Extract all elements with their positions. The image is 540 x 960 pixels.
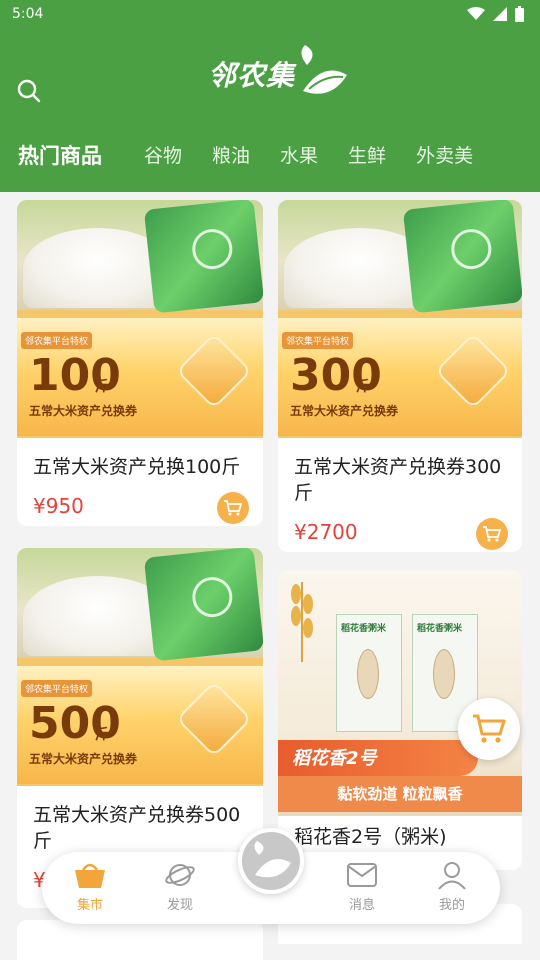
product-price: ¥950 bbox=[33, 494, 84, 518]
cart-icon bbox=[473, 714, 506, 743]
ribbon-text: 稻花香2号 bbox=[292, 748, 377, 769]
nav-profile[interactable]: 我的 bbox=[422, 860, 482, 918]
grain-emblem-icon bbox=[175, 332, 253, 410]
basket-icon bbox=[75, 863, 105, 888]
nav-label: 我的 bbox=[438, 898, 465, 913]
tab-takeout[interactable]: 外卖美 bbox=[416, 140, 473, 176]
voucher-unit: 斤 bbox=[356, 379, 370, 395]
logo-text: 邻农集 bbox=[208, 59, 296, 92]
product-image: 稻花香粥米 稻花香粥米 稻花香2号 黏软劲道 粒粒飘香 bbox=[278, 570, 522, 816]
product-title: 稻花香2号（粥米) bbox=[294, 826, 447, 848]
planet-icon bbox=[165, 864, 195, 886]
product-image: 邻农集平台特权 300 斤 五常大米资产兑换券 bbox=[278, 200, 522, 438]
grain-emblem-icon bbox=[434, 332, 512, 410]
voucher-subtitle: 五常大米资产兑换券 bbox=[290, 404, 399, 418]
voucher-badge: 邻农集平台特权 bbox=[282, 332, 354, 349]
product-box: 稻花香粥米 bbox=[336, 614, 402, 732]
category-tabs: 热门商品 谷物 粮油 水果 生鲜 外卖美 bbox=[0, 140, 540, 176]
tab-fresh[interactable]: 生鲜 bbox=[348, 140, 386, 176]
product-card[interactable]: 邻农集平台特权 100 斤 五常大米资产兑换券 五常大米资产兑换100斤 ¥95… bbox=[17, 200, 263, 526]
voucher-unit: 斤 bbox=[95, 727, 109, 743]
product-image: 邻农集平台特权 500 斤 五常大米资产兑换券 bbox=[17, 548, 263, 786]
grain-emblem-icon bbox=[175, 680, 253, 758]
nav-label: 消息 bbox=[348, 898, 375, 913]
product-price: ¥2700 bbox=[294, 520, 358, 544]
nav-label: 发现 bbox=[166, 898, 193, 913]
voucher-panel: 邻农集平台特权 100 斤 五常大米资产兑换券 bbox=[17, 318, 263, 436]
box-label: 稻花香粥米 bbox=[341, 624, 387, 634]
wheat-icon bbox=[291, 582, 313, 662]
search-icon bbox=[17, 79, 41, 103]
nav-market[interactable]: 集市 bbox=[60, 860, 120, 918]
add-to-cart-button[interactable] bbox=[217, 492, 249, 524]
voucher-subtitle: 五常大米资产兑换券 bbox=[29, 752, 138, 766]
search-button[interactable] bbox=[16, 78, 42, 104]
cart-icon bbox=[224, 500, 242, 516]
product-ribbon: 稻花香2号 bbox=[278, 740, 478, 776]
home-center-button[interactable] bbox=[238, 828, 304, 894]
signal-icon bbox=[493, 7, 507, 21]
voucher-panel: 邻农集平台特权 300 斤 五常大米资产兑换券 bbox=[278, 318, 522, 436]
product-image: 邻农集平台特权 100 斤 五常大米资产兑换券 bbox=[17, 200, 263, 438]
status-time: 5:04 bbox=[12, 6, 44, 22]
wifi-icon bbox=[467, 7, 485, 20]
product-title: 五常大米资产兑换券500斤 bbox=[33, 804, 241, 852]
nav-label: 集市 bbox=[76, 898, 103, 913]
leaf-logo-icon bbox=[254, 841, 291, 878]
product-title: 五常大米资产兑换100斤 bbox=[33, 456, 241, 478]
tab-hot[interactable]: 热门商品 bbox=[18, 140, 102, 176]
battery-icon bbox=[515, 6, 524, 22]
status-icons bbox=[467, 6, 524, 22]
app-logo: 邻农集 bbox=[208, 44, 356, 104]
box-label: 稻花香粥米 bbox=[417, 624, 463, 634]
user-icon bbox=[438, 862, 466, 890]
leaf-logo-icon bbox=[301, 45, 348, 94]
product-card-partial[interactable] bbox=[17, 920, 263, 960]
tab-fruit[interactable]: 水果 bbox=[280, 140, 318, 176]
app-header: 5:04 邻农集 热门商品 谷物 粮油 水果 生鲜 外卖美 bbox=[0, 0, 540, 192]
product-card[interactable]: 邻农集平台特权 300 斤 五常大米资产兑换券 五常大米资产兑换券300斤 ¥2… bbox=[278, 200, 522, 552]
voucher-badge: 邻农集平台特权 bbox=[21, 332, 93, 349]
product-title: 五常大米资产兑换券300斤 bbox=[294, 456, 502, 504]
voucher-subtitle: 五常大米资产兑换券 bbox=[29, 404, 138, 418]
voucher-badge: 邻农集平台特权 bbox=[21, 680, 93, 697]
cart-icon bbox=[483, 526, 501, 542]
mail-icon bbox=[347, 863, 377, 887]
ribbon-subtitle: 黏软劲道 粒粒飘香 bbox=[278, 776, 522, 812]
nav-messages[interactable]: 消息 bbox=[332, 860, 392, 918]
tab-oil[interactable]: 粮油 bbox=[212, 140, 250, 176]
floating-cart-button[interactable] bbox=[458, 698, 520, 760]
status-bar: 5:04 bbox=[0, 0, 540, 32]
voucher-panel: 邻农集平台特权 500 斤 五常大米资产兑换券 bbox=[17, 666, 263, 784]
tab-grain[interactable]: 谷物 bbox=[144, 140, 182, 176]
voucher-unit: 斤 bbox=[95, 379, 109, 395]
nav-discover[interactable]: 发现 bbox=[150, 860, 210, 918]
add-to-cart-button[interactable] bbox=[476, 518, 508, 550]
